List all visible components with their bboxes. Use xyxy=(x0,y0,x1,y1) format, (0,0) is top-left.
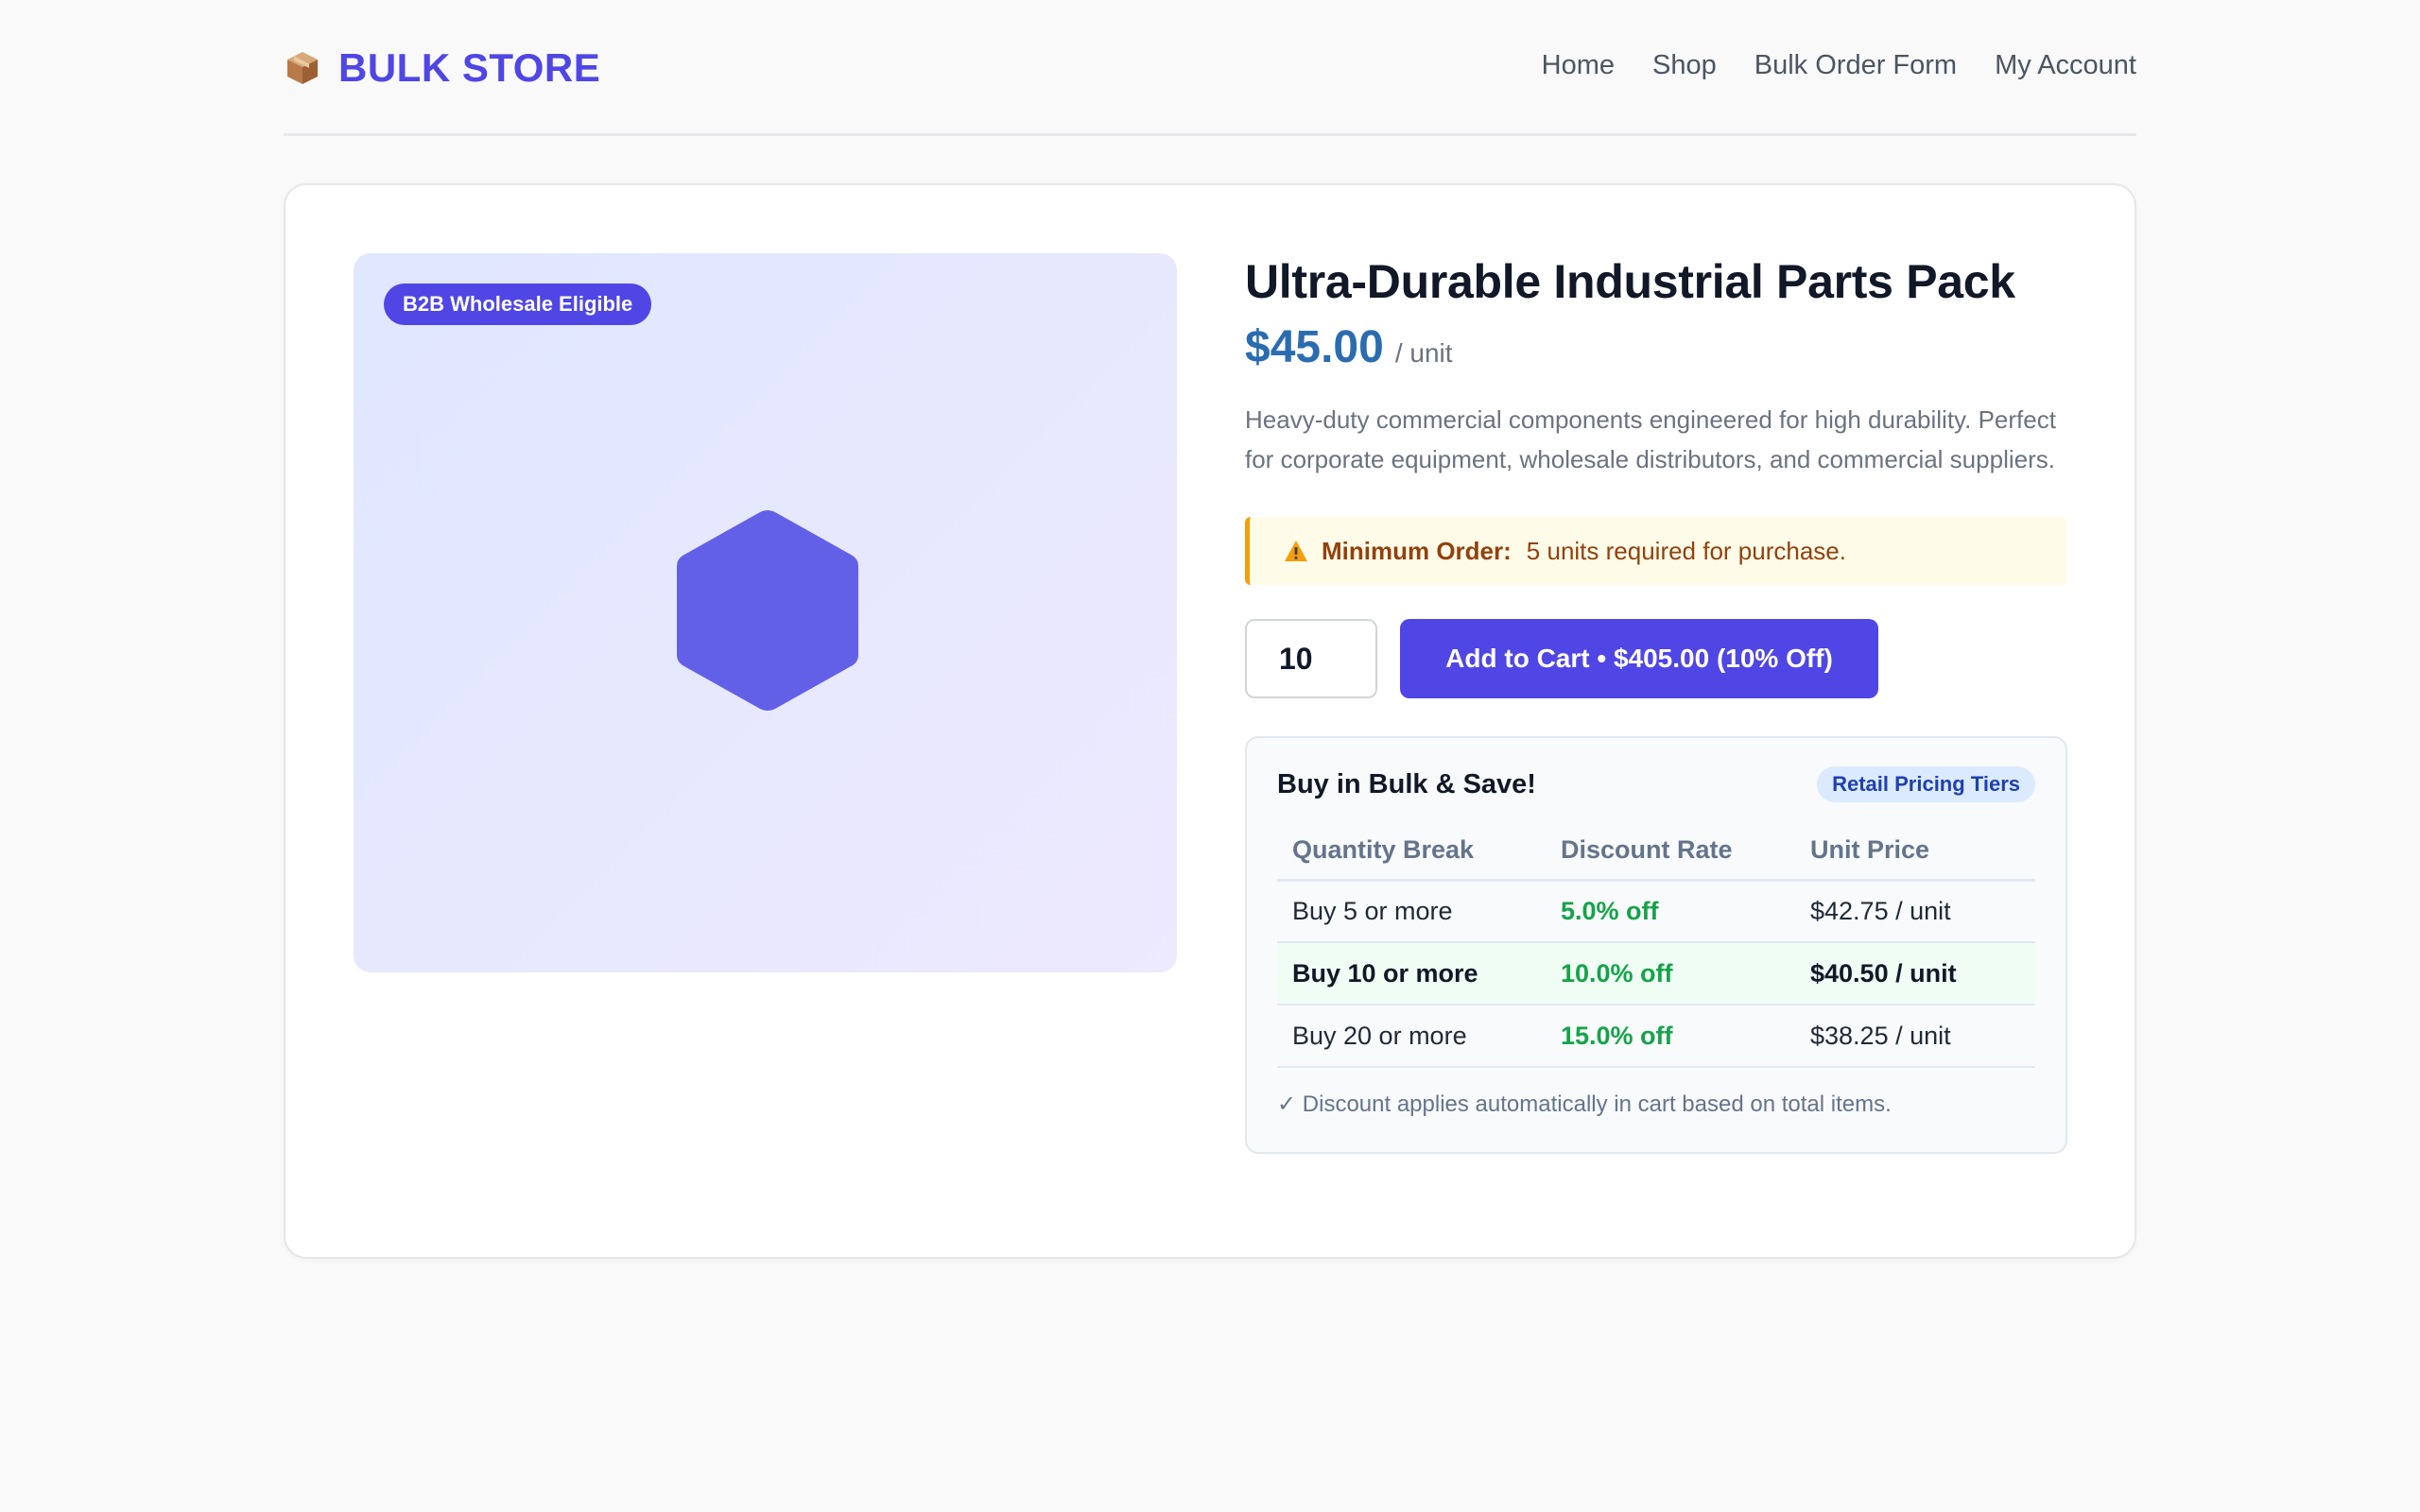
bulk-pricing-panel: Buy in Bulk & Save! Retail Pricing Tiers… xyxy=(1245,736,2067,1154)
brand-name: BULK STORE xyxy=(338,44,601,90)
product-price: $45.00 xyxy=(1245,322,1384,372)
tier-unit-price: $42.75 / unit xyxy=(1795,880,2035,943)
product-image: B2B Wholesale Eligible xyxy=(354,253,1177,972)
package-icon xyxy=(287,51,318,84)
table-row-active: Buy 10 or more 10.0% off $40.50 / unit xyxy=(1277,942,2035,1005)
hexagon-icon xyxy=(677,510,858,711)
table-header-row: Quantity Break Discount Rate Unit Price xyxy=(1277,821,2035,882)
product-info: Ultra-Durable Industrial Parts Pack $45.… xyxy=(1245,253,2067,1154)
warning-icon xyxy=(1285,541,1307,561)
main-nav: Home Shop Bulk Order Form My Account xyxy=(1542,50,2136,81)
tier-discount: 15.0% off xyxy=(1546,1005,1795,1068)
bulk-pricing-table: Quantity Break Discount Rate Unit Price … xyxy=(1277,821,2035,1068)
minimum-order-text: 5 units required for purchase. xyxy=(1526,536,1846,565)
tier-unit-price: $40.50 / unit xyxy=(1795,942,2035,1005)
tier-quantity: Buy 10 or more xyxy=(1277,942,1546,1005)
bulk-pricing-title: Buy in Bulk & Save! xyxy=(1277,768,1536,799)
minimum-order-notice: Minimum Order: 5 units required for purc… xyxy=(1245,517,2067,585)
nav-my-account[interactable]: My Account xyxy=(1995,50,2136,81)
nav-bulk-order-form[interactable]: Bulk Order Form xyxy=(1754,50,1957,81)
cart-row: Add to Cart • $405.00 (10% Off) xyxy=(1245,619,2067,698)
product-title: Ultra-Durable Industrial Parts Pack xyxy=(1245,255,2015,308)
tier-discount: 5.0% off xyxy=(1546,880,1795,943)
bulk-pricing-header: Buy in Bulk & Save! Retail Pricing Tiers xyxy=(1277,766,2035,802)
nav-shop[interactable]: Shop xyxy=(1652,50,1717,81)
product-description: Heavy-duty commercial components enginee… xyxy=(1245,405,2056,473)
tier-quantity: Buy 5 or more xyxy=(1277,880,1546,943)
table-row: Buy 5 or more 5.0% off $42.75 / unit xyxy=(1277,880,2035,943)
header-unit-price: Unit Price xyxy=(1795,821,2035,882)
discount-note: ✓ Discount applies automatically in cart… xyxy=(1277,1091,1892,1117)
minimum-order-label: Minimum Order: xyxy=(1322,536,1512,565)
price-row: $45.00 / unit xyxy=(1245,321,2067,373)
add-to-cart-button[interactable]: Add to Cart • $405.00 (10% Off) xyxy=(1400,619,1878,698)
tier-unit-price: $38.25 / unit xyxy=(1795,1005,2035,1068)
tier-quantity: Buy 20 or more xyxy=(1277,1005,1546,1068)
header-quantity-break: Quantity Break xyxy=(1277,821,1546,882)
price-unit: / unit xyxy=(1394,338,1453,368)
table-row: Buy 20 or more 15.0% off $38.25 / unit xyxy=(1277,1005,2035,1068)
header-discount-rate: Discount Rate xyxy=(1546,821,1795,882)
pricing-tiers-badge: Retail Pricing Tiers xyxy=(1817,766,2035,802)
quantity-input[interactable] xyxy=(1245,619,1377,698)
nav-home[interactable]: Home xyxy=(1542,50,1615,81)
site-header: BULK STORE Home Shop Bulk Order Form My … xyxy=(284,0,2136,136)
b2b-badge: B2B Wholesale Eligible xyxy=(384,284,652,325)
product-card: B2B Wholesale Eligible Ultra-Durable Ind… xyxy=(284,183,2136,1259)
tier-discount: 10.0% off xyxy=(1546,942,1795,1005)
brand[interactable]: BULK STORE xyxy=(284,45,600,91)
